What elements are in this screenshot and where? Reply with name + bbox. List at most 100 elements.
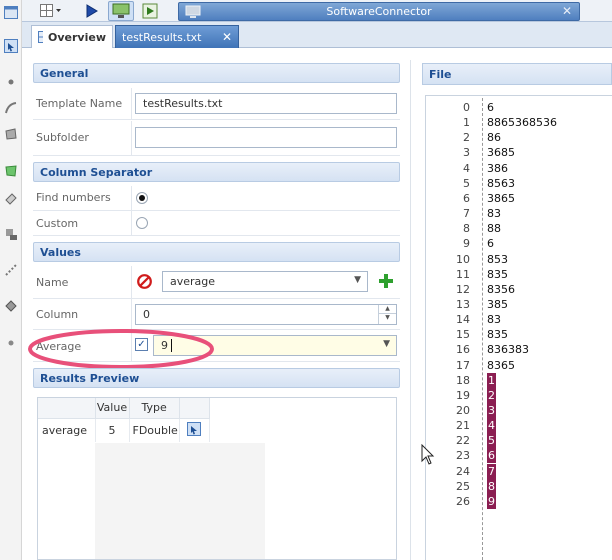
highlighted-line-text: 9 <box>487 493 496 509</box>
column-header-name <box>38 398 96 419</box>
flag-button[interactable] <box>80 1 104 21</box>
line-text: 83 <box>487 313 501 327</box>
line-text: 88 <box>487 222 501 236</box>
spin-up-icon[interactable]: ▲ <box>378 305 396 314</box>
dotted-line-icon[interactable] <box>3 262 19 278</box>
general-section-header[interactable]: General <box>33 63 400 83</box>
stamp-tool-icon[interactable] <box>3 226 19 242</box>
eraser-tool-icon[interactable] <box>3 190 19 206</box>
column-header-type: Type <box>129 398 180 419</box>
file-line: 16 836383 <box>426 342 606 357</box>
tab-overview-label: Overview <box>48 30 106 44</box>
bucket-tool-icon[interactable] <box>3 298 19 314</box>
column-header-value: Value <box>95 398 130 419</box>
highlighted-line-text: 5 <box>487 433 496 449</box>
line-text: 6 <box>487 237 494 251</box>
values-section-header[interactable]: Values <box>33 242 400 262</box>
line-number: 3 <box>463 146 470 160</box>
file-line: 11 835 <box>426 267 606 282</box>
subfolder-input[interactable] <box>135 127 397 148</box>
line-text: 835 <box>487 328 508 342</box>
panel-divider[interactable] <box>410 60 411 560</box>
file-line: 22 5 <box>426 433 606 449</box>
line-number: 20 <box>456 404 470 417</box>
line-text: 385 <box>487 297 508 311</box>
select-tool-icon[interactable] <box>3 38 19 54</box>
line-number: 15 <box>456 328 470 342</box>
find-numbers-radio[interactable] <box>136 192 148 204</box>
select-row-icon[interactable] <box>187 421 202 436</box>
custom-row: Custom <box>33 211 400 236</box>
play-icon <box>142 3 158 19</box>
results-preview-section-header[interactable]: Results Preview <box>33 368 400 388</box>
value-name-select[interactable]: average ▼ <box>162 271 368 292</box>
small-point-icon[interactable] <box>3 335 19 351</box>
close-tab-icon[interactable]: ✕ <box>222 30 232 44</box>
custom-radio[interactable] <box>136 217 148 229</box>
layout-menu-button[interactable] <box>38 1 64 21</box>
line-text: 853 <box>487 252 508 266</box>
file-section-header: File <box>422 63 612 85</box>
column-spinner[interactable]: 0 ▲ ▼ <box>135 304 397 325</box>
line-number: 2 <box>463 131 470 145</box>
line-number: 0 <box>463 101 470 114</box>
template-name-row: Template Name testResults.txt <box>33 88 400 120</box>
table-header-row: Value Type <box>38 398 210 419</box>
tab-testresults[interactable]: testResults.txt ✕ <box>115 25 239 48</box>
point-tool-icon[interactable] <box>3 74 19 90</box>
line-number: 21 <box>456 419 470 433</box>
table-row[interactable]: average 5 FDouble <box>38 418 210 442</box>
close-window-icon[interactable]: ✕ <box>562 4 572 18</box>
subfolder-row: Subfolder <box>33 121 400 156</box>
tab-overview[interactable]: Overview <box>31 25 113 48</box>
line-number: 1 <box>463 116 470 130</box>
line-number: 8 <box>463 222 470 236</box>
add-value-icon[interactable] <box>379 274 393 288</box>
column-separator-section-header[interactable]: Column Separator <box>33 162 400 182</box>
connector-window-tab[interactable]: SoftwareConnector ✕ <box>178 2 580 21</box>
file-line: 96 <box>426 236 606 251</box>
surface-tool-icon[interactable] <box>3 126 19 142</box>
template-name-input[interactable]: testResults.txt <box>135 93 397 114</box>
window-icon[interactable] <box>3 4 19 20</box>
line-text: 86 <box>487 131 501 145</box>
line-number: 12 <box>456 282 470 296</box>
annotation-highlight-ring <box>28 329 214 369</box>
line-text: 8563 <box>487 176 515 190</box>
file-title: File <box>429 68 452 81</box>
tab-testresults-label: testResults.txt <box>122 30 202 44</box>
curve-tool-icon[interactable] <box>3 100 19 116</box>
file-line: 25 8 <box>426 478 606 494</box>
name-row: Name average ▼ <box>33 266 400 299</box>
line-text: 6 <box>487 101 494 114</box>
spin-down-icon[interactable]: ▼ <box>378 314 396 324</box>
file-line: 10 853 <box>426 252 606 267</box>
custom-label: Custom <box>36 217 79 230</box>
results-preview-table: Value Type average 5 FDouble <box>38 398 210 442</box>
find-numbers-row: Find numbers <box>33 186 400 211</box>
file-line: 7 83 <box>426 206 606 221</box>
file-line: 23 6 <box>426 448 606 464</box>
line-text: 8365 <box>487 358 515 372</box>
file-line: 8 88 <box>426 221 606 236</box>
editor-tab-row: Overview testResults.txt ✕ <box>22 22 612 48</box>
file-line: 20 3 <box>426 403 606 418</box>
line-number: 6 <box>463 191 470 205</box>
row-type: FDouble <box>129 418 180 442</box>
line-number: 5 <box>463 176 470 190</box>
results-preview-title: Results Preview <box>40 372 140 385</box>
line-number: 11 <box>456 267 470 281</box>
line-text: 386 <box>487 161 508 175</box>
file-line: 06 <box>426 100 606 115</box>
file-content-panel[interactable]: 0 6 1 8865368536 2 86 3 3685 4 386 5 8563 6 3865 7 83 8 8… <box>425 95 612 560</box>
file-line: 18 1 <box>426 372 606 388</box>
file-line: 21 4 <box>426 418 606 434</box>
average-dropdown-arrow-icon: ▼ <box>383 339 390 349</box>
play-button[interactable] <box>138 1 162 21</box>
remove-value-icon[interactable] <box>137 274 152 289</box>
monitor-button[interactable] <box>108 1 134 21</box>
green-shape-icon[interactable] <box>3 163 19 179</box>
line-number: 7 <box>463 207 470 221</box>
line-number: 4 <box>463 161 470 175</box>
highlighted-line-text: 6 <box>487 448 496 464</box>
